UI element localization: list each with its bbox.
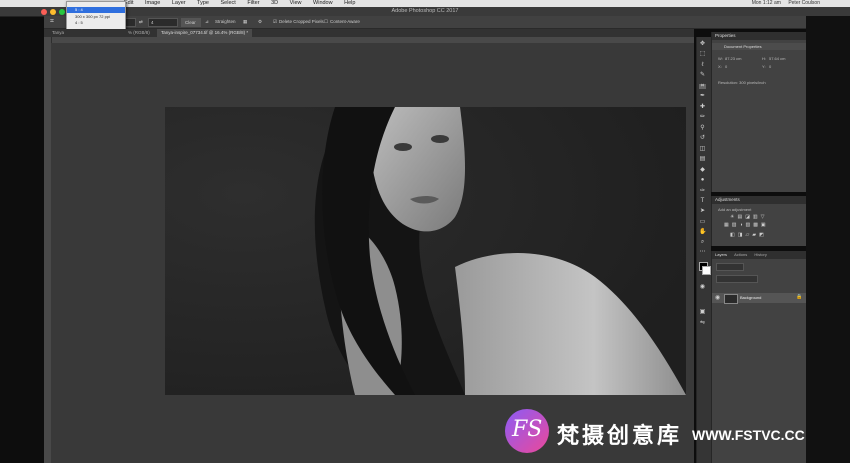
app-title: Adobe Photoshop CC 2017 xyxy=(391,8,459,14)
watermark-text: 梵摄创意库 xyxy=(557,424,683,449)
properties-title[interactable]: Properties xyxy=(712,32,807,40)
width-label: W: xyxy=(718,56,723,61)
type-tool-icon[interactable]: T xyxy=(699,198,706,204)
layers-tabs: Layers Actions History xyxy=(712,251,807,259)
clear-button[interactable]: Clear xyxy=(181,18,201,27)
quick-mask-icon[interactable]: ◉ xyxy=(699,284,706,290)
lock-icon[interactable]: 🔒 xyxy=(796,294,802,300)
watermark-logo: FS xyxy=(505,409,549,453)
quick-select-tool-icon[interactable]: ✎ xyxy=(699,72,706,78)
blend-mode-select[interactable] xyxy=(716,275,758,283)
clone-stamp-icon[interactable]: ⚲ xyxy=(699,125,706,131)
height-value[interactable]: 57.64 cm xyxy=(769,56,785,61)
y-label: Y: xyxy=(762,64,766,69)
adjustment-icons-row-3[interactable]: ◧◨▱▰◩ xyxy=(730,232,767,238)
arrange-icon[interactable]: ⇋ xyxy=(699,320,706,326)
tab-actions[interactable]: Actions xyxy=(734,252,747,257)
content-aware-checkbox[interactable]: ☐ xyxy=(324,18,328,26)
menu-help[interactable]: Help xyxy=(344,0,355,6)
tab-active-document[interactable]: Tanya-inspire_07734.tif @ 16.4% (RGB/8) … xyxy=(157,29,253,37)
menu-type[interactable]: Type xyxy=(197,0,209,6)
menu-3d[interactable]: 3D xyxy=(271,0,278,6)
menu-view[interactable]: View xyxy=(290,0,302,6)
history-brush-icon[interactable]: ↺ xyxy=(699,135,706,141)
swap-ratio-icon[interactable]: ⇄ xyxy=(139,18,143,26)
tab-layers[interactable]: Layers xyxy=(715,252,727,257)
preset-300px[interactable]: 300 x 300 px 72 ppi xyxy=(75,14,110,19)
tab-tanya[interactable]: Tanya xyxy=(48,29,68,37)
marquee-tool-icon[interactable]: ⬚ xyxy=(699,51,706,57)
width-value[interactable]: 87.23 cm xyxy=(725,56,741,61)
content-aware-label: Content-Aware xyxy=(330,19,360,24)
blur-tool-icon[interactable]: ◆ xyxy=(699,167,706,173)
preset-4-5[interactable]: 4 : 5 xyxy=(75,20,83,25)
overlay-grid-icon[interactable]: ▦ xyxy=(243,18,247,26)
hand-tool-icon[interactable]: ✋ xyxy=(699,229,706,235)
more-tools-icon[interactable]: ⋯ xyxy=(699,249,706,255)
add-adjustment-label: Add an adjustment xyxy=(718,207,752,212)
menu-filter[interactable]: Filter xyxy=(247,0,259,6)
adjustment-icons-row-1[interactable]: ☀▤◪▥▽ xyxy=(730,214,768,220)
preset-5-4[interactable]: 5 : 4 xyxy=(75,7,83,12)
layer-thumbnail xyxy=(724,294,738,304)
brush-tool-icon[interactable]: ✏ xyxy=(699,114,706,120)
delete-cropped-checkbox[interactable]: ☑ xyxy=(273,18,277,26)
background-color-swatch[interactable] xyxy=(702,266,711,275)
straighten-icon[interactable]: ⊿ xyxy=(205,18,209,26)
crop-tool-icon[interactable]: ⌗ xyxy=(50,18,54,26)
menu-window[interactable]: Window xyxy=(313,0,333,6)
adjustments-panel: Adjustments Add an adjustment ☀▤◪▥▽ ▦▧◑▨… xyxy=(711,196,807,246)
layer-row-background[interactable]: ◉ Background 🔒 xyxy=(712,293,807,304)
screen-mode-icon[interactable]: ▣ xyxy=(699,309,706,315)
settings-gear-icon[interactable]: ⚙ xyxy=(258,18,262,26)
resolution-text: Resolution: 300 pixels/inch xyxy=(718,80,766,85)
move-tool-icon[interactable]: ✥ xyxy=(699,41,706,47)
straighten-button[interactable]: Straighten xyxy=(215,18,236,26)
x-label: X: xyxy=(718,64,722,69)
right-dark-strip xyxy=(806,16,850,463)
ratio-height-field[interactable]: 4 xyxy=(148,18,178,27)
eraser-tool-icon[interactable]: ◫ xyxy=(699,146,706,152)
watermark-url: WWW.FSTVC.CC xyxy=(692,427,805,443)
gradient-tool-icon[interactable]: ▤ xyxy=(699,156,706,162)
pen-tool-icon[interactable]: ✑ xyxy=(699,188,706,194)
visibility-eye-icon[interactable]: ◉ xyxy=(715,294,720,301)
document-photo[interactable] xyxy=(165,107,686,395)
properties-panel: Properties Document Properties W: 87.23 … xyxy=(711,32,807,192)
tab-history[interactable]: History xyxy=(754,252,766,257)
crop-tool-icon-active[interactable]: ⌗ xyxy=(699,83,706,89)
height-label: H: xyxy=(762,56,766,61)
eyedropper-tool-icon[interactable]: ✒ xyxy=(699,93,706,99)
portrait-image xyxy=(165,107,686,395)
delete-cropped-label: Delete Cropped Pixels xyxy=(279,19,324,24)
y-value[interactable]: 0 xyxy=(769,64,771,69)
menu-select[interactable]: Select xyxy=(221,0,236,6)
menubar-status: Mon 1:12 am Peter Coulson xyxy=(746,0,820,7)
adjustment-icons-row-2[interactable]: ▦▧◑▨▩▣ xyxy=(724,222,769,228)
shape-tool-icon[interactable]: ▭ xyxy=(699,219,706,225)
clock: Mon 1:12 am xyxy=(751,0,781,6)
healing-brush-icon[interactable]: ✚ xyxy=(699,104,706,110)
lasso-tool-icon[interactable]: ℓ xyxy=(699,62,706,68)
layer-name[interactable]: Background xyxy=(740,295,761,300)
tab-previous[interactable]: % (RGB/8) xyxy=(124,29,154,37)
adjustments-title[interactable]: Adjustments xyxy=(712,196,807,204)
user-name[interactable]: Peter Coulson xyxy=(788,0,820,6)
dodge-tool-icon[interactable]: ● xyxy=(699,177,706,183)
app-menu: Edit Image Layer Type Select Filter 3D V… xyxy=(124,0,365,7)
layer-kind-filter[interactable] xyxy=(716,263,744,271)
menu-layer[interactable]: Layer xyxy=(172,0,186,6)
path-select-icon[interactable]: ➤ xyxy=(699,208,706,214)
menu-image[interactable]: Image xyxy=(145,0,160,6)
zoom-tool-icon[interactable]: ⌕ xyxy=(699,239,706,245)
document-properties-label: Document Properties xyxy=(712,43,807,50)
x-value[interactable]: 0 xyxy=(725,64,727,69)
